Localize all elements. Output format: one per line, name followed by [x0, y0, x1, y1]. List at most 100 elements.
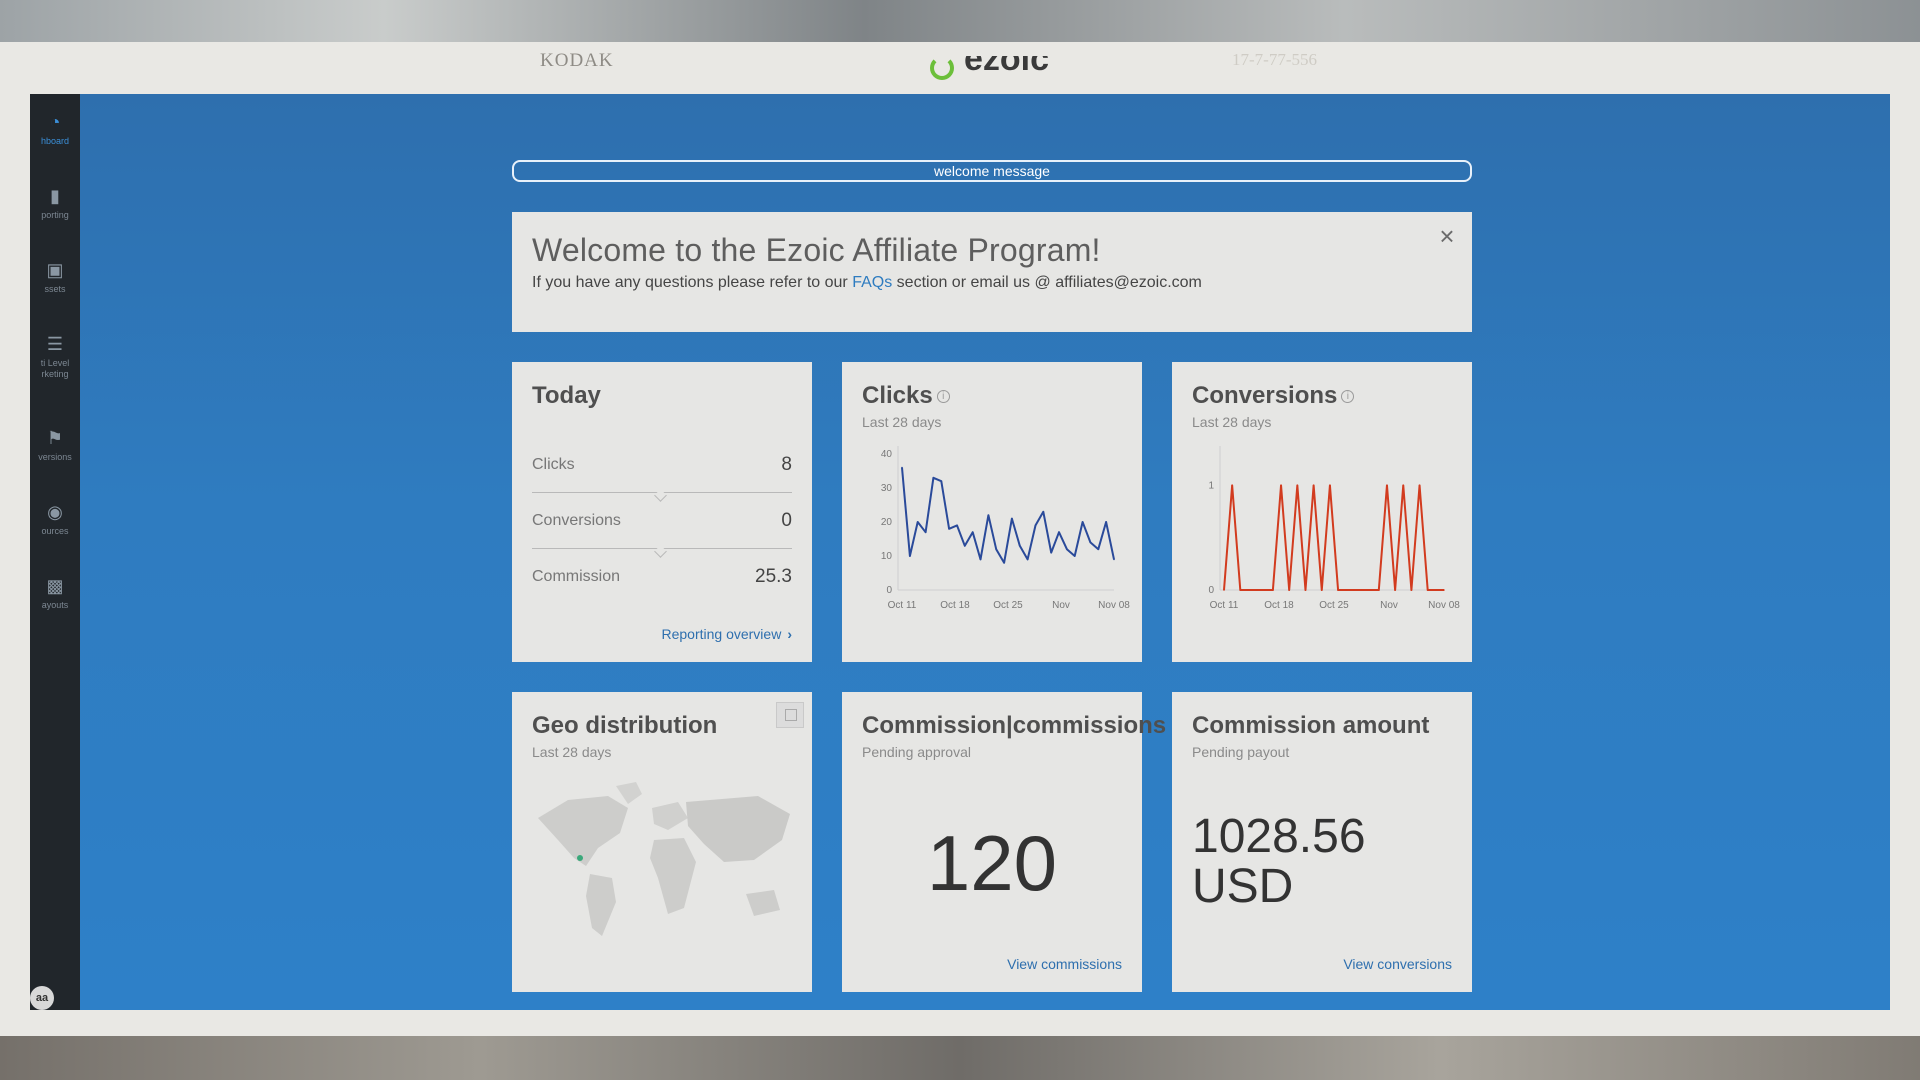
data-point — [1058, 531, 1060, 533]
backdrop-top — [0, 0, 1920, 42]
data-point — [1443, 589, 1445, 591]
close-icon[interactable]: × — [1436, 223, 1458, 249]
data-point — [909, 555, 911, 557]
data-point — [1353, 589, 1356, 591]
data-point — [1089, 541, 1092, 544]
commissions-card: Commission|commissions Pending approval … — [842, 692, 1166, 992]
data-point — [1280, 484, 1282, 487]
y-tick-label: 40 — [881, 449, 893, 460]
geo-subtitle: Last 28 days — [532, 744, 612, 760]
data-point — [1304, 589, 1307, 591]
sidebar-item-label: ayouts — [41, 600, 69, 610]
europe-shape — [652, 802, 688, 830]
y-tick-label: 10 — [881, 551, 893, 562]
y-tick-label: 1 — [1208, 480, 1214, 491]
data-point — [1345, 589, 1348, 591]
faqs-link[interactable]: FAQs — [852, 274, 892, 291]
x-tick-label: Oct 18 — [1264, 600, 1294, 611]
sidebar-item-label: ssets — [44, 284, 66, 294]
divider — [532, 548, 792, 549]
data-point — [1105, 521, 1107, 523]
amount-title: Commission amount — [1192, 712, 1430, 739]
data-point — [940, 480, 943, 482]
data-point — [1066, 548, 1068, 550]
asia-shape — [686, 796, 790, 862]
sidebar-item-label: hboard — [40, 136, 70, 146]
data-point — [924, 531, 927, 533]
today-row-value: 25.3 — [755, 566, 792, 587]
sidebar-item-label: porting — [41, 210, 69, 220]
data-point — [1369, 589, 1372, 591]
x-tick-label: Nov 08 — [1428, 600, 1460, 611]
amount-subtitle: Pending payout — [1192, 744, 1290, 760]
series-line — [901, 467, 1115, 564]
data-point — [1263, 589, 1266, 591]
data-point — [971, 531, 974, 533]
data-point — [956, 524, 958, 527]
welcome-message-bar[interactable]: welcome message — [512, 160, 1472, 182]
reporting-overview-link[interactable]: Reporting overview › — [661, 626, 792, 642]
globe-icon: ◉ — [47, 502, 63, 522]
welcome-text-after: section or email us @ affiliates@ezoic.c… — [892, 274, 1202, 291]
data-point — [1288, 589, 1290, 591]
data-point — [1394, 589, 1396, 591]
frame-brand-text: KODAK — [540, 50, 614, 71]
sidebar-item-dashboard[interactable]: ◔ hboard — [30, 112, 80, 147]
today-row-label: Conversions — [532, 512, 621, 529]
amount-number: 1028.56 — [1192, 810, 1366, 863]
data-point — [1003, 562, 1005, 564]
app-screen: ◔ hboard ▮ porting ▣ ssets ☰ ti Level rk… — [30, 94, 1890, 1010]
geo-distribution-card: Geo distribution Last 28 days — [512, 692, 812, 992]
ezoic-logo-icon — [930, 56, 954, 80]
sidebar: ◔ hboard ▮ porting ▣ ssets ☰ ti Level rk… — [30, 94, 80, 1010]
data-point — [1312, 484, 1315, 487]
data-point — [1034, 524, 1037, 527]
data-point — [1435, 589, 1437, 591]
commissions-subtitle: Pending approval — [862, 744, 971, 760]
clicks-chart-card: Clicks i Last 28 days 0 10 20 30 40 Oct 11 Oct … — [842, 362, 1142, 662]
sidebar-item-sources[interactable]: ◉ ources — [30, 502, 80, 537]
today-row-label: Clicks — [532, 456, 575, 473]
view-conversions-link[interactable]: View conversions — [1343, 956, 1452, 972]
data-point — [1320, 589, 1323, 591]
data-point — [964, 545, 966, 547]
data-point — [1296, 484, 1299, 487]
commissions-title: Commission|commissions — [862, 712, 1167, 739]
data-point — [1113, 558, 1115, 561]
welcome-title: Welcome to the Ezoic Affiliate Program! — [532, 232, 1101, 268]
data-point — [1386, 484, 1388, 487]
data-point — [995, 548, 998, 550]
data-point — [1018, 545, 1021, 547]
sidebar-item-multi-level-marketing[interactable]: ☰ ti Level rketing — [30, 334, 80, 380]
backdrop-bottom — [0, 1036, 1920, 1080]
amount-currency: USD — [1192, 860, 1294, 913]
data-point — [1239, 589, 1242, 591]
x-tick-label: Oct 11 — [1210, 600, 1239, 611]
x-tick-label: Nov — [1052, 600, 1070, 611]
data-point — [1026, 558, 1029, 561]
avatar[interactable]: aa — [30, 986, 54, 1010]
data-point — [1255, 589, 1258, 591]
x-tick-label: Oct 25 — [1319, 600, 1349, 611]
sidebar-item-reporting[interactable]: ▮ porting — [30, 186, 80, 221]
data-point — [1337, 589, 1339, 591]
x-tick-label: Oct 11 — [888, 600, 917, 611]
data-point — [1410, 589, 1413, 591]
view-commissions-link[interactable]: View commissions — [1007, 956, 1122, 972]
today-card: Today Clicks 8 Conversions 0 Commission … — [512, 362, 812, 662]
data-point — [901, 466, 903, 469]
data-point — [1231, 484, 1233, 487]
data-point — [932, 477, 935, 479]
y-tick-label: 0 — [1208, 585, 1214, 596]
expand-icon[interactable] — [776, 702, 804, 728]
sidebar-item-payouts[interactable]: ▩ ayouts — [30, 576, 80, 611]
today-row-value: 8 — [781, 454, 792, 475]
today-row-commission: Commission 25.3 — [532, 566, 792, 590]
sidebar-item-conversions[interactable]: ⚑ versions — [30, 428, 80, 463]
x-tick-label: Oct 18 — [940, 600, 970, 611]
y-tick-label: 20 — [881, 517, 893, 528]
sidebar-item-assets[interactable]: ▣ ssets — [30, 260, 80, 295]
commission-amount-card: Commission amount Pending payout 1028.56… — [1172, 692, 1472, 992]
chevron-right-icon: › — [787, 626, 792, 642]
x-tick-label: Oct 25 — [993, 600, 1023, 611]
